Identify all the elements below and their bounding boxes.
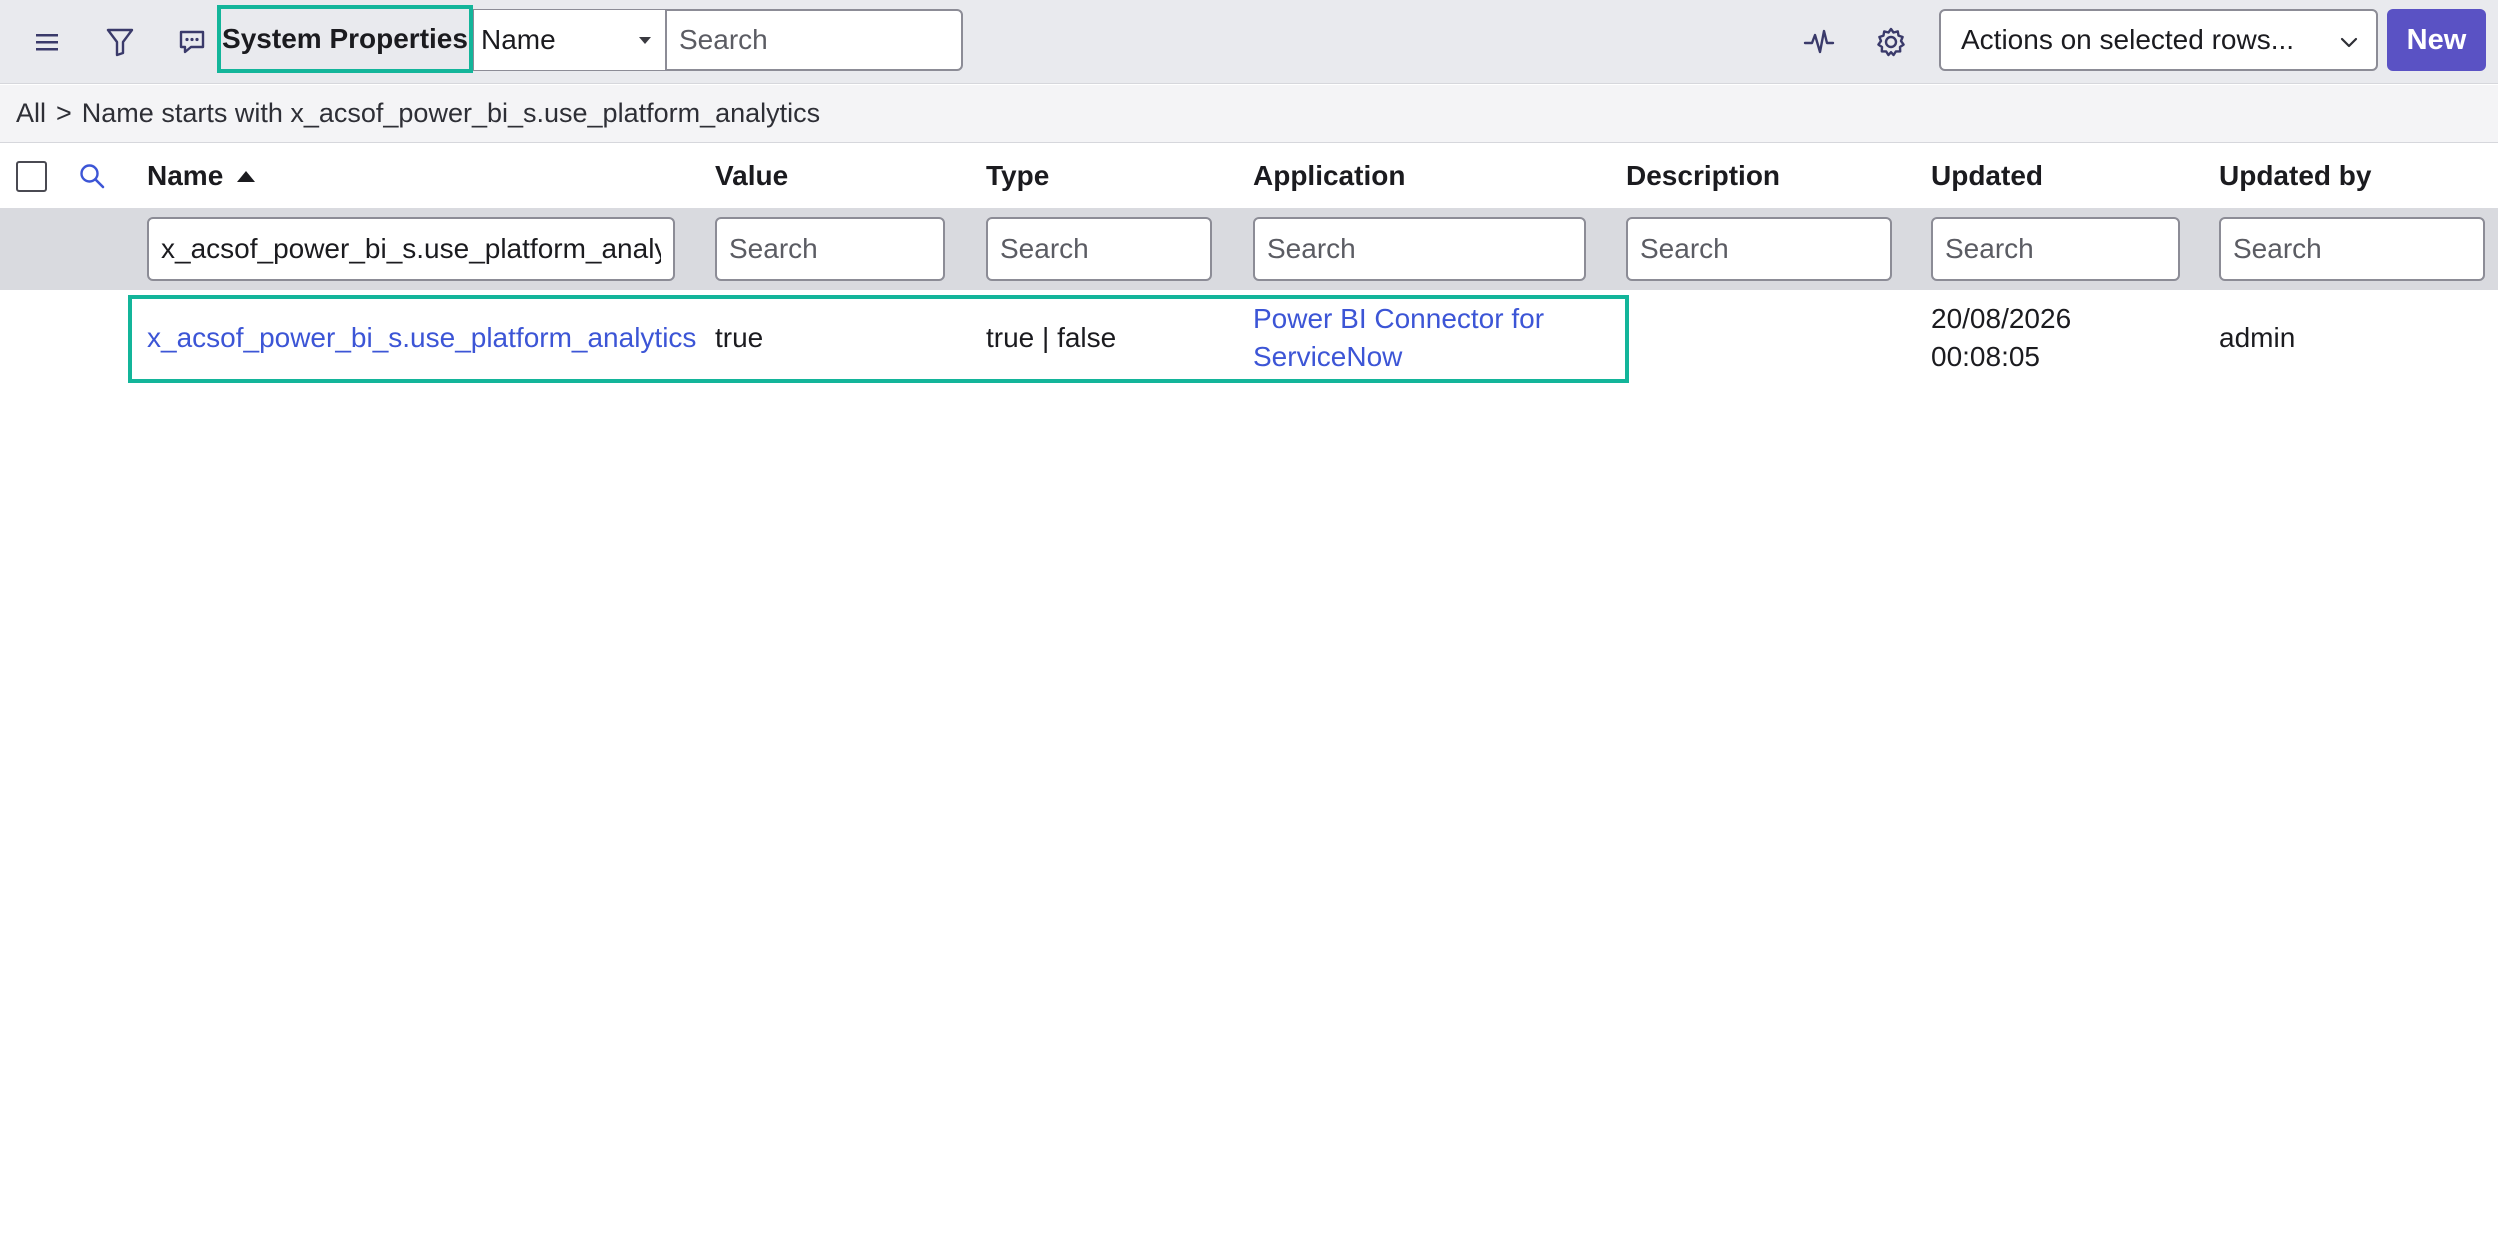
filter-icon[interactable] — [98, 20, 142, 64]
value-filter-input[interactable] — [715, 217, 945, 281]
record-description[interactable] — [1626, 290, 1892, 385]
breadcrumb-condition[interactable]: Name starts with x_acsof_power_bi_s.use_… — [82, 98, 820, 129]
column-header-name[interactable]: Name — [147, 144, 256, 208]
record-type[interactable]: true | false — [986, 290, 1116, 385]
sort-ascending-icon — [237, 170, 256, 182]
hamburger-icon[interactable] — [26, 20, 70, 64]
record-value[interactable]: true — [715, 290, 763, 385]
description-filter-input[interactable] — [1626, 217, 1892, 281]
comment-icon[interactable] — [170, 20, 214, 64]
application-filter-input[interactable] — [1253, 217, 1586, 281]
record-updated[interactable]: 20/08/2026 00:08:05 — [1931, 290, 2071, 385]
actions-select-value: Actions on selected rows... — [1961, 24, 2295, 55]
column-header-description[interactable]: Description — [1626, 144, 1780, 208]
search-icon[interactable] — [70, 154, 114, 198]
caret-down-icon — [639, 37, 651, 44]
breadcrumb-separator: > — [56, 98, 72, 128]
record-application-line1: Power BI Connector for — [1253, 302, 1545, 334]
column-header-value[interactable]: Value — [715, 144, 788, 208]
record-updated-time: 00:08:05 — [1931, 340, 2040, 372]
search-field-select[interactable]: Name — [473, 9, 665, 71]
new-button[interactable]: New — [2387, 9, 2486, 71]
record-updated-by[interactable]: admin — [2219, 290, 2295, 385]
list-search-input[interactable] — [665, 9, 963, 71]
breadcrumb: All > Name starts with x_acsof_power_bi_… — [0, 85, 2498, 143]
record-name-link[interactable]: x_acsof_power_bi_s.use_platform_analytic… — [147, 290, 696, 385]
actions-select[interactable]: Actions on selected rows... — [1939, 9, 2378, 71]
activity-icon[interactable] — [1797, 20, 1841, 64]
column-header-application[interactable]: Application — [1253, 144, 1405, 208]
search-field-select-value: Name — [481, 24, 556, 55]
column-filter-row — [0, 208, 2498, 290]
column-header-name-label: Name — [147, 160, 224, 191]
type-filter-input[interactable] — [986, 217, 1212, 281]
select-all-checkbox[interactable] — [16, 161, 47, 192]
list-title[interactable]: System Properties — [217, 5, 473, 73]
column-header-type[interactable]: Type — [986, 144, 1049, 208]
updated-by-filter-input[interactable] — [2219, 217, 2485, 281]
record-application-line2: ServiceNow — [1253, 340, 1403, 372]
updated-filter-input[interactable] — [1931, 217, 2180, 281]
column-header-updated[interactable]: Updated — [1931, 144, 2043, 208]
gear-icon[interactable] — [1869, 20, 1913, 64]
table-header-row: Name Value Type Application Description … — [0, 144, 2498, 208]
column-header-updated-by[interactable]: Updated by — [2219, 144, 2371, 208]
name-filter-input[interactable] — [147, 217, 675, 281]
table-row: x_acsof_power_bi_s.use_platform_analytic… — [0, 290, 2498, 385]
chevron-down-icon — [2340, 37, 2358, 48]
list-toolbar: System Properties Name Actions on select… — [0, 0, 2498, 84]
record-application-link[interactable]: Power BI Connector for ServiceNow — [1253, 290, 1544, 385]
breadcrumb-all[interactable]: All — [16, 98, 46, 129]
record-updated-date: 20/08/2026 — [1931, 302, 2072, 334]
